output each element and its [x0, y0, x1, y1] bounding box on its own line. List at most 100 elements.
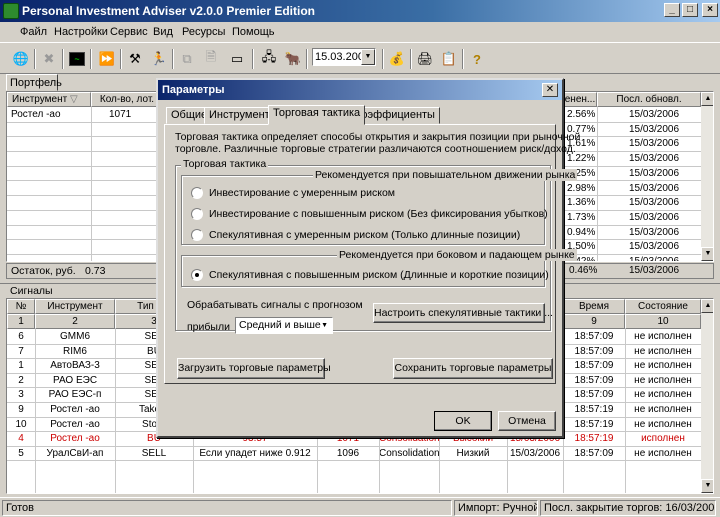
signal-cell-instrument: Ростел -ао: [50, 404, 100, 415]
portfolio-cell-updated: 15/03/2006: [629, 109, 680, 120]
signal-cell-state: исполнен: [641, 433, 685, 445]
signal-cell-number: 5: [18, 447, 24, 459]
col-change[interactable]: енен...: [563, 92, 597, 107]
signal-cell-level: Низкий: [456, 447, 490, 459]
portfolio-cell-updated: 15/03/2006: [629, 138, 680, 150]
signal-cell-number: 2: [18, 374, 24, 386]
parameters-dialog: Параметры ✕ Общие Инструменты Торговая т…: [156, 78, 580, 438]
signal-cell-number: 3: [18, 389, 24, 401]
signal-cell-date: 15/03/2006: [509, 447, 561, 459]
signal-cell-time: 18:57:09: [574, 374, 614, 386]
signal-cell-time: 18:57:09: [574, 331, 614, 342]
export-icon[interactable]: 📋: [438, 48, 460, 70]
radio-invest-moderate[interactable]: [191, 187, 203, 199]
scroll-up-icon[interactable]: ▲: [701, 299, 713, 313]
app-icon: [3, 3, 19, 19]
document-icon[interactable]: 🗎: [200, 48, 222, 70]
menu-help[interactable]: Помощь: [232, 26, 275, 38]
signal-cell-time: 18:57:09: [574, 360, 614, 372]
signal-cell-state: не исполнен: [634, 404, 692, 415]
signal-cell-state: не исполнен: [634, 331, 692, 342]
radio-spec-moderate[interactable]: [191, 229, 203, 241]
balance-date: 15/03/2006: [629, 265, 680, 276]
close-button[interactable]: ×: [702, 3, 718, 17]
menu-resources[interactable]: Ресурсы: [182, 26, 225, 38]
configure-tactics-button[interactable]: Настроить спекулятивные тактики ...: [373, 303, 553, 323]
copy-icon[interactable]: ⧉: [176, 48, 198, 70]
signals-col-number: 9: [563, 314, 625, 329]
balance-value: 0.73: [85, 265, 106, 277]
signal-cell-state: не исполнен: [634, 389, 692, 401]
portfolio-cell-updated: 15/03/2006: [629, 167, 680, 179]
tab-portfolio[interactable]: Портфель: [6, 74, 62, 91]
scroll-down-icon[interactable]: ▼: [701, 479, 713, 493]
signals-col-header[interactable]: Состояние: [625, 299, 701, 314]
signals-col-number: 2: [35, 314, 115, 329]
signals-col-header[interactable]: Инструмент: [35, 299, 115, 314]
globe-icon[interactable]: 🌐: [10, 48, 32, 70]
signal-cell-instrument: РАО ЕЭС: [52, 374, 98, 386]
forecast-label-profit: прибыли: [187, 321, 230, 333]
tools-icon[interactable]: ⚒: [124, 48, 146, 70]
fast-forward-icon[interactable]: ⏩: [96, 48, 118, 70]
chevron-down-icon[interactable]: ▼: [361, 49, 375, 65]
portfolio-cell-change: 2.98%: [567, 182, 596, 194]
load-params-button[interactable]: Загрузить торговые параметры: [177, 358, 331, 379]
save-params-button[interactable]: Сохранить торговые параметры: [393, 358, 553, 379]
menu-bar: Файл Настройки Сервис Вид Ресурсы Помощь: [0, 22, 720, 42]
delete-icon[interactable]: ✖: [38, 48, 60, 70]
app-title: Personal Investment Adviser v2.0.0 Premi…: [22, 4, 316, 18]
scroll-down-icon[interactable]: ▼: [701, 247, 713, 261]
tab-signals[interactable]: Сигналы: [10, 285, 53, 297]
signal-row[interactable]: 5 УралСвИ-ап SELL Если упадет ниже 0.912 109…: [7, 447, 701, 462]
ok-button[interactable]: OK: [434, 411, 492, 431]
signals-col-header[interactable]: Время: [563, 299, 625, 314]
network-icon[interactable]: 🖧: [258, 48, 280, 70]
bull-bear-icon[interactable]: 🐂: [282, 48, 304, 70]
signal-cell-time: 18:57:09: [574, 389, 614, 401]
forecast-select[interactable]: Средний и выше ▼: [235, 317, 333, 334]
money-icon[interactable]: 💰: [386, 48, 408, 70]
signals-col-number: 1: [7, 314, 35, 329]
signal-cell-number: 9: [18, 404, 24, 415]
col-instrument[interactable]: Инструмент ▽: [7, 92, 91, 107]
col-qty[interactable]: Кол-во, лот.: [91, 92, 163, 107]
signals-scrollbar[interactable]: ▲ ▼: [701, 299, 713, 493]
print-icon[interactable]: 🖨: [414, 48, 436, 70]
balance-label: Остаток, руб.: [11, 265, 76, 277]
cancel-button[interactable]: Отмена: [498, 411, 556, 431]
option-spec-high: Спекулятивная с повышенным риском (Длинн…: [209, 269, 549, 281]
signal-cell-state: не исполнен: [634, 374, 692, 386]
col-updated[interactable]: Посл. обновл.: [597, 92, 701, 107]
signal-cell-time: 18:57:19: [574, 418, 614, 430]
signal-cell-number: 7: [18, 345, 24, 357]
window-icon[interactable]: ▭: [226, 48, 248, 70]
maximize-button[interactable]: □: [682, 3, 698, 17]
signal-cell-state: не исполнен: [634, 418, 692, 430]
signals-col-number: 10: [625, 314, 701, 329]
menu-view[interactable]: Вид: [153, 26, 173, 38]
signals-col-header[interactable]: №: [7, 299, 35, 314]
radio-invest-high[interactable]: [191, 208, 203, 220]
menu-file[interactable]: Файл: [20, 26, 47, 38]
signal-cell-time: 18:57:09: [574, 345, 614, 357]
dialog-close-button[interactable]: ✕: [542, 83, 558, 97]
portfolio-cell-change: 2.56%: [567, 109, 596, 120]
portfolio-cell-updated: 15/03/2006: [629, 182, 680, 194]
tab-trading-tactics[interactable]: Торговая тактика: [268, 105, 366, 125]
portfolio-cell-updated: 15/03/2006: [629, 256, 680, 262]
date-picker[interactable]: 15.03.2006 ▼: [312, 48, 376, 66]
menu-service[interactable]: Сервис: [110, 26, 148, 38]
scroll-up-icon[interactable]: ▲: [701, 92, 713, 106]
forecast-value: Средний и выше: [239, 319, 321, 331]
option-invest-moderate: Инвестирование с умеренным риском: [209, 187, 396, 199]
minimize-button[interactable]: _: [664, 3, 680, 17]
help-icon[interactable]: ?: [466, 48, 488, 70]
down-market-label: Рекомендуется при боковом и падающем рын…: [337, 249, 577, 261]
portfolio-scrollbar[interactable]: ▲ ▼: [701, 92, 713, 261]
tactics-group-label: Торговая тактика: [181, 158, 269, 170]
chart-icon[interactable]: ~: [66, 48, 88, 70]
radio-spec-high[interactable]: [191, 269, 203, 281]
run-icon[interactable]: 🏃: [148, 48, 170, 70]
menu-settings[interactable]: Настройки: [54, 26, 108, 38]
